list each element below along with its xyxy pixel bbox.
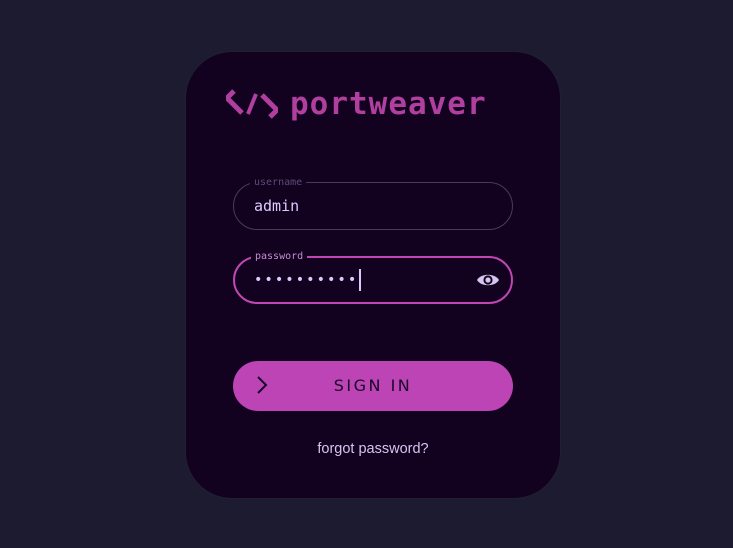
sign-in-label: SIGN IN xyxy=(333,376,413,395)
brand-header: portweaver xyxy=(226,88,487,120)
password-field[interactable]: password •••••••••• xyxy=(233,250,513,304)
sign-in-button[interactable]: SIGN IN xyxy=(233,361,513,411)
forgot-password-link[interactable]: forgot password? xyxy=(186,441,560,457)
username-value[interactable]: admin xyxy=(254,183,299,229)
username-field[interactable]: username admin xyxy=(233,176,513,230)
portweaver-logo-icon xyxy=(226,89,278,119)
password-value-wrap[interactable]: •••••••••• xyxy=(254,258,362,302)
login-card: portweaver username admin password •••••… xyxy=(186,52,560,498)
brand-name: portweaver xyxy=(290,86,487,122)
password-value: •••••••••• xyxy=(254,272,359,288)
text-caret xyxy=(359,269,362,291)
eye-icon[interactable] xyxy=(476,270,500,290)
